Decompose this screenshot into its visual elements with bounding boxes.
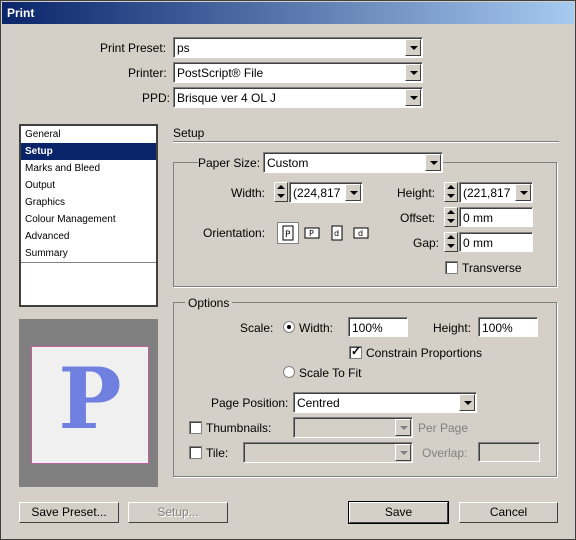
options-title: Options [185,296,233,310]
printer-label: Printer: [128,66,167,80]
chevron-down-icon[interactable] [405,64,421,81]
chevron-down-icon[interactable] [459,394,475,411]
paper-size-dropdown[interactable]: Custom [263,152,443,173]
printer-value: PostScript® File [177,66,264,80]
chevron-down-icon[interactable] [345,184,361,201]
thumbnails-label: Thumbnails: [206,421,272,435]
reverse-landscape-orientation-icon[interactable]: d [352,224,370,242]
tile-dropdown[interactable] [243,442,413,463]
scale-height-label: Height: [433,321,472,335]
page-preview: P [19,319,158,487]
height-value: (221,817 [463,186,511,200]
scale-width-radio[interactable] [283,321,295,333]
scale-label: Scale: [240,321,274,335]
scale-height-input[interactable]: 100% [478,317,538,337]
list-divider [21,262,156,263]
printer-dropdown[interactable]: PostScript® File [173,62,423,83]
scale-width-input[interactable]: 100% [348,317,408,337]
paper-size-value: Custom [267,156,309,170]
category-item-output[interactable]: Output [21,177,156,194]
width-stepper[interactable] [274,182,288,202]
thumbnails-checkbox[interactable] [189,421,202,434]
orientation-label: Orientation: [203,226,266,240]
page-position-value: Centred [297,396,340,410]
chevron-down-icon[interactable] [515,184,531,201]
preview-letter: P [58,349,122,448]
scale-to-fit-radio[interactable] [283,366,295,378]
svg-text:P: P [309,229,314,238]
cancel-button[interactable]: Cancel [459,502,558,523]
paper-size-label: Paper Size: [198,156,264,170]
overlap-label: Overlap: [422,446,468,460]
print-dialog: Print Print Preset: ps Printer: PostScri… [0,0,576,540]
tile-label: Tile: [206,446,229,460]
category-item-general[interactable]: General [21,126,156,143]
offset-label: Offset: [400,211,436,225]
width-label: Width: [231,186,266,200]
gap-label: Gap: [413,236,440,250]
window-title: Print [7,6,35,20]
title-bar: Print [2,2,574,24]
gap-stepper[interactable] [444,232,458,252]
section-divider [173,141,559,143]
portrait-orientation-icon[interactable]: P [277,222,299,244]
gap-value: 0 mm [463,236,493,250]
per-page-label: Per Page [418,421,469,435]
width-value: (224,817 [293,186,341,200]
height-input[interactable]: (221,817 [459,182,533,203]
height-label: Height: [397,186,436,200]
constrain-proportions-checkbox[interactable] [349,344,362,359]
page-position-label: Page Position: [211,396,289,410]
print-preset-label: Print Preset: [100,41,167,55]
constrain-proportions-label: Constrain Proportions [366,346,483,360]
section-title: Setup [173,126,205,140]
overlap-input[interactable] [478,442,540,462]
svg-text:d: d [334,229,339,238]
landscape-orientation-icon[interactable]: P [303,224,321,242]
offset-input[interactable]: 0 mm [459,207,533,227]
ppd-value: Brisque ver 4 OL J [177,91,276,105]
transverse-label: Transverse [462,261,522,275]
chevron-down-icon[interactable] [395,444,411,461]
save-button[interactable]: Save [348,501,449,524]
width-input[interactable]: (224,817 [289,182,363,203]
svg-text:P: P [285,230,291,240]
chevron-down-icon[interactable] [405,89,421,106]
preview-page: P [31,346,149,464]
offset-stepper[interactable] [444,207,458,227]
category-item-advanced[interactable]: Advanced [21,228,156,245]
ppd-label: PPD: [142,91,171,105]
reverse-portrait-orientation-icon[interactable]: d [328,224,346,242]
thumbnails-dropdown[interactable] [293,417,413,438]
scale-width-value: 100% [352,321,383,335]
tile-checkbox[interactable] [189,446,202,459]
offset-value: 0 mm [463,211,493,225]
setup-button[interactable]: Setup... [128,502,228,523]
page-position-dropdown[interactable]: Centred [293,392,477,413]
category-list[interactable]: General Setup Marks and Bleed Output Gra… [19,124,158,307]
svg-text:d: d [358,229,363,238]
height-stepper[interactable] [444,182,458,202]
print-preset-dropdown[interactable]: ps [173,37,423,58]
transverse-checkbox[interactable] [445,261,458,274]
scale-width-label: Width: [299,321,334,335]
category-item-colour-management[interactable]: Colour Management [21,211,156,228]
ppd-dropdown[interactable]: Brisque ver 4 OL J [173,87,423,108]
chevron-down-icon[interactable] [425,154,441,171]
chevron-down-icon[interactable] [405,39,421,56]
scale-height-value: 100% [482,321,513,335]
print-preset-value: ps [177,41,190,55]
scale-to-fit-label: Scale To Fit [299,366,362,380]
gap-input[interactable]: 0 mm [459,232,533,252]
category-item-graphics[interactable]: Graphics [21,194,156,211]
category-item-setup[interactable]: Setup [21,143,156,160]
chevron-down-icon[interactable] [395,419,411,436]
category-item-marks-and-bleed[interactable]: Marks and Bleed [21,160,156,177]
save-preset-button[interactable]: Save Preset... [19,502,119,523]
category-item-summary[interactable]: Summary [21,245,156,262]
